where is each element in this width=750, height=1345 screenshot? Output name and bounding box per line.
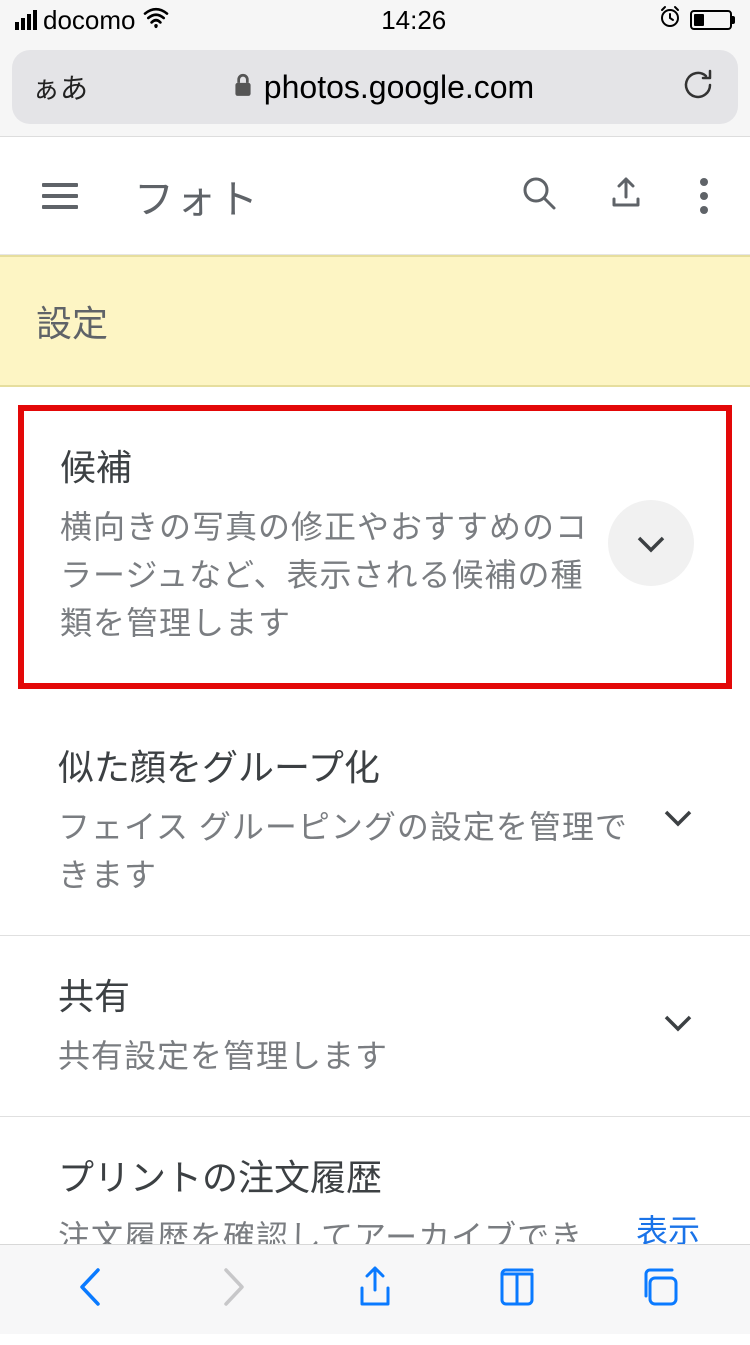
carrier-label: docomo <box>43 5 136 36</box>
back-button[interactable] <box>68 1264 114 1315</box>
settings-banner-title: 設定 <box>36 295 714 347</box>
setting-item-face-grouping[interactable]: 似た顔をグループ化 フェイス グルーピングの設定を管理できます <box>0 707 750 936</box>
browser-url-bar-area: ぁあ photos.google.com <box>0 40 750 136</box>
reload-button[interactable] <box>678 65 718 110</box>
search-button[interactable] <box>520 174 558 217</box>
setting-desc: 共有設定を管理します <box>58 1032 636 1080</box>
settings-banner: 設定 <box>0 255 750 387</box>
status-left: docomo <box>15 5 170 36</box>
alarm-icon <box>658 5 682 36</box>
setting-item-suggestions[interactable]: 候補 横向きの写真の修正やおすすめのコラージュなど、表示される候補の種類を管理し… <box>18 405 732 689</box>
settings-list: 候補 横向きの写真の修正やおすすめのコラージュなど、表示される候補の種類を管理し… <box>0 405 750 1345</box>
lock-icon <box>232 69 254 106</box>
chevron-down-icon[interactable] <box>608 500 694 586</box>
setting-desc: フェイス グルーピングの設定を管理できます <box>58 803 636 899</box>
signal-icon <box>15 10 37 30</box>
upload-button[interactable] <box>608 175 644 216</box>
more-options-button[interactable] <box>694 178 714 214</box>
app-container: フォト 設定 候補 横向きの写真の修正やおすすめのコラージュなど、表示される候補… <box>0 136 750 1345</box>
app-title: フォト <box>134 167 520 225</box>
wifi-icon <box>142 5 170 36</box>
setting-title: 候補 <box>60 439 588 491</box>
tabs-button[interactable] <box>636 1264 682 1315</box>
setting-title: 共有 <box>58 968 636 1020</box>
setting-title: 似た顔をグループ化 <box>58 739 636 791</box>
setting-title: プリントの注文履歴 <box>58 1149 616 1201</box>
battery-icon <box>690 10 735 30</box>
url-domain: photos.google.com <box>264 69 534 106</box>
chevron-down-icon[interactable] <box>656 795 700 844</box>
status-time: 14:26 <box>381 5 446 36</box>
url-display[interactable]: photos.google.com <box>232 69 534 106</box>
setting-desc: 横向きの写真の修正やおすすめのコラージュなど、表示される候補の種類を管理します <box>60 503 588 647</box>
menu-button[interactable] <box>42 183 78 209</box>
setting-item-sharing[interactable]: 共有 共有設定を管理します <box>0 936 750 1117</box>
status-bar: docomo 14:26 <box>0 0 750 40</box>
reader-mode-button[interactable]: ぁあ <box>32 67 88 107</box>
browser-toolbar <box>0 1244 750 1334</box>
url-bar[interactable]: ぁあ photos.google.com <box>12 50 738 124</box>
share-button[interactable] <box>352 1264 398 1315</box>
forward-button <box>210 1264 256 1315</box>
bookmarks-button[interactable] <box>494 1264 540 1315</box>
app-header: フォト <box>0 137 750 255</box>
status-right <box>658 5 735 36</box>
chevron-down-icon[interactable] <box>656 1000 700 1049</box>
